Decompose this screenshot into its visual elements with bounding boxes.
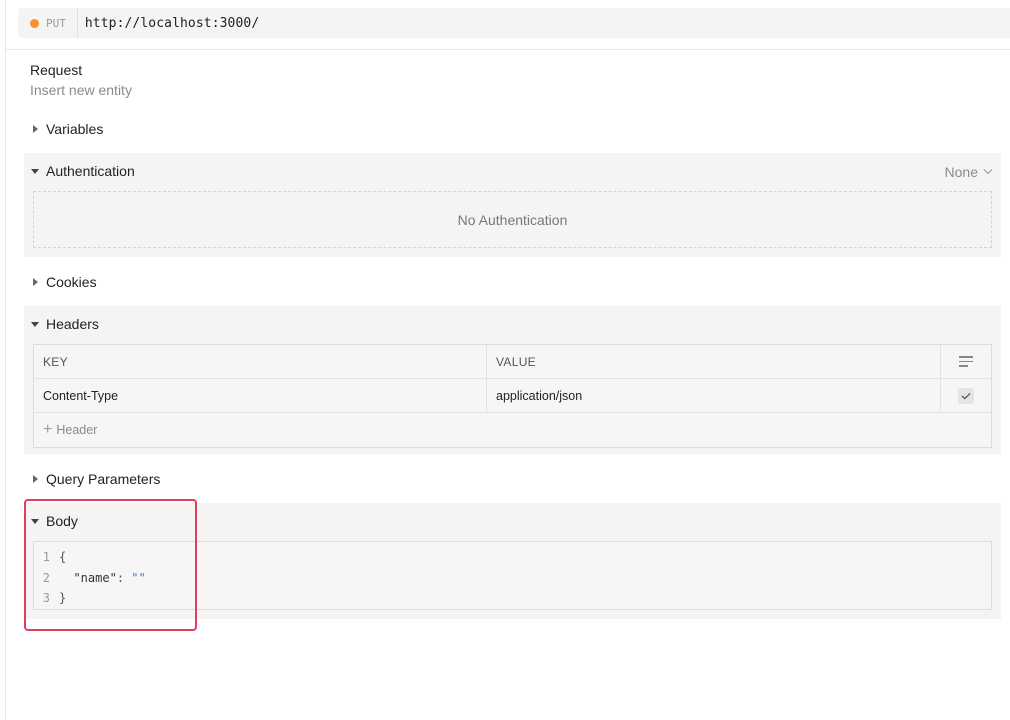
headers-panel: Headers KEY VALUE Content-Type applicati… xyxy=(24,306,1001,454)
authentication-panel: Authentication None No Authentication xyxy=(24,153,1001,257)
section-cookies[interactable]: Cookies xyxy=(30,274,97,290)
section-cookies-label: Cookies xyxy=(46,274,97,290)
section-variables-label: Variables xyxy=(46,121,104,137)
url-input[interactable]: http://localhost:3000/ xyxy=(78,16,259,31)
body-editor[interactable]: 1 { 2 "name": "" 3 } xyxy=(33,541,992,610)
menu-icon xyxy=(959,356,973,367)
plus-icon: + xyxy=(43,421,53,438)
caret-right-icon xyxy=(33,475,38,483)
code-line: 1 { xyxy=(34,547,991,568)
request-description[interactable]: Insert new entity xyxy=(30,82,132,98)
header-value-input[interactable]: application/json xyxy=(487,379,941,412)
column-value: VALUE xyxy=(487,345,941,378)
code-line: 2 "name": "" xyxy=(34,568,991,589)
auth-empty-state: No Authentication xyxy=(33,191,992,248)
section-query-parameters[interactable]: Query Parameters xyxy=(30,471,160,487)
column-key: KEY xyxy=(34,345,487,378)
add-header-button[interactable]: + Header xyxy=(34,413,97,447)
auth-type-dropdown[interactable]: None xyxy=(945,164,993,180)
header-enabled-checkbox[interactable] xyxy=(941,379,991,412)
line-number: 1 xyxy=(42,550,50,565)
caret-down-icon xyxy=(31,168,39,174)
url-bar: PUT http://localhost:3000/ xyxy=(18,8,1010,38)
code-line: 3 } xyxy=(34,588,991,609)
url-divider xyxy=(5,49,1010,50)
header-key-input[interactable]: Content-Type xyxy=(34,379,487,412)
section-headers[interactable]: Headers xyxy=(30,316,99,332)
caret-right-icon xyxy=(33,125,38,133)
caret-right-icon xyxy=(33,278,38,286)
code-text: { xyxy=(59,550,67,565)
checkbox xyxy=(958,387,974,404)
add-header-label: Header xyxy=(56,423,98,437)
caret-down-icon xyxy=(31,518,39,524)
headers-table-header: KEY VALUE xyxy=(34,345,991,379)
method-selector[interactable]: PUT xyxy=(18,8,78,38)
section-body-label: Body xyxy=(46,513,78,529)
line-number: 3 xyxy=(42,591,50,606)
line-number: 2 xyxy=(42,570,50,585)
headers-table: KEY VALUE Content-Type application/json xyxy=(33,344,992,448)
section-query-parameters-label: Query Parameters xyxy=(46,471,161,487)
section-authentication-label: Authentication xyxy=(46,163,135,179)
table-row: Content-Type application/json xyxy=(34,379,991,413)
add-header-row: + Header xyxy=(34,413,991,447)
code-text: } xyxy=(59,591,67,606)
body-panel: Body 1 { 2 "name": "" 3 } xyxy=(24,503,1001,619)
method-label: PUT xyxy=(46,16,66,30)
left-divider xyxy=(5,0,6,720)
chevron-down-icon xyxy=(983,168,993,174)
headers-menu-button[interactable] xyxy=(941,345,991,378)
caret-down-icon xyxy=(31,321,39,327)
code-separator: : xyxy=(116,570,132,585)
section-authentication[interactable]: Authentication xyxy=(30,163,135,179)
code-key: "name" xyxy=(73,570,117,585)
method-status-dot xyxy=(30,18,39,28)
section-headers-label: Headers xyxy=(46,316,99,332)
checkmark-icon xyxy=(961,392,971,400)
section-body[interactable]: Body xyxy=(30,513,78,529)
code-string-value: "" xyxy=(131,570,146,585)
section-variables[interactable]: Variables xyxy=(30,121,103,137)
request-title: Request xyxy=(30,62,83,78)
auth-type-value: None xyxy=(944,164,978,180)
